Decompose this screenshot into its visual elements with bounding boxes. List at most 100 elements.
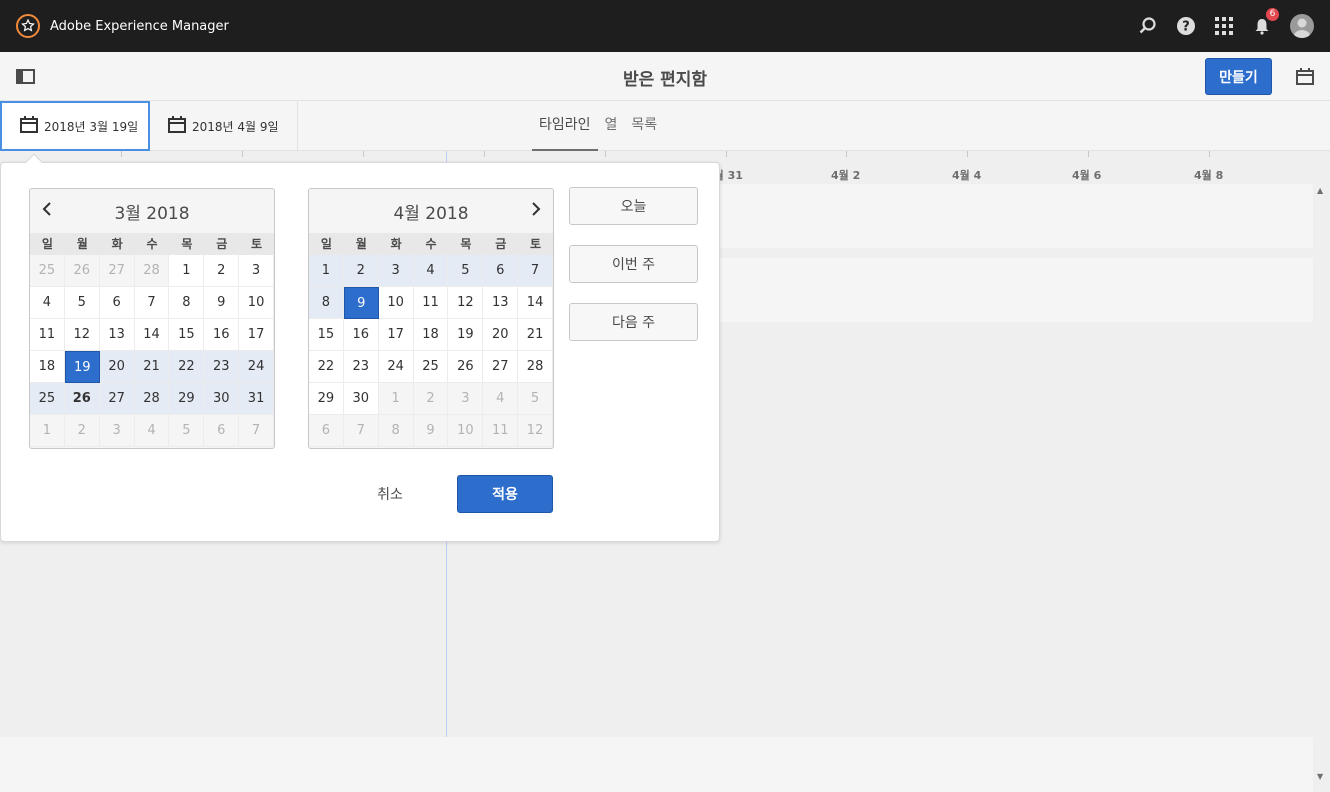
calendar-day[interactable]: 28 (518, 351, 553, 383)
calendar-day[interactable]: 2 (204, 255, 240, 287)
calendar-day[interactable]: 25 (30, 383, 65, 415)
calendar-day[interactable]: 21 (518, 319, 553, 351)
next-week-button[interactable]: 다음 주 (569, 303, 698, 341)
calendar-day[interactable]: 12 (448, 287, 484, 319)
calendar-day[interactable]: 10 (239, 287, 274, 319)
calendar-day[interactable]: 17 (378, 319, 414, 351)
calendar-day[interactable]: 7 (518, 255, 553, 287)
calendar-day[interactable]: 24 (378, 351, 414, 383)
chevron-left-icon[interactable] (42, 201, 52, 220)
calendar-day[interactable]: 26 (448, 351, 484, 383)
apps-grid-icon[interactable] (1214, 16, 1234, 36)
calendar-day[interactable]: 26 (64, 383, 100, 415)
calendar-day[interactable]: 1 (30, 415, 65, 447)
calendar-day[interactable]: 13 (483, 287, 519, 319)
calendar-day[interactable]: 9 (343, 287, 379, 319)
calendar-day[interactable]: 30 (343, 383, 379, 415)
search-icon[interactable] (1138, 16, 1158, 36)
calendar-day[interactable]: 4 (30, 287, 65, 319)
calendar-day[interactable]: 12 (518, 415, 553, 447)
calendar-day[interactable]: 3 (99, 415, 135, 447)
calendar-day[interactable]: 4 (483, 383, 519, 415)
calendar-day[interactable]: 2 (64, 415, 100, 447)
calendar-day[interactable]: 6 (204, 415, 240, 447)
calendar-day[interactable]: 3 (378, 255, 414, 287)
calendar-day[interactable]: 18 (413, 319, 449, 351)
bell-icon[interactable]: 6 (1252, 8, 1279, 36)
calendar-day[interactable]: 7 (239, 415, 274, 447)
scroll-down-icon[interactable]: ▼ (1317, 772, 1323, 781)
calendar-day[interactable]: 7 (343, 415, 379, 447)
calendar-day[interactable]: 11 (413, 287, 449, 319)
calendar-day[interactable]: 19 (64, 351, 100, 383)
calendar-day[interactable]: 28 (134, 255, 170, 287)
calendar-day[interactable]: 8 (378, 415, 414, 447)
calendar-day[interactable]: 17 (239, 319, 274, 351)
calendar-day[interactable]: 3 (239, 255, 274, 287)
calendar-day[interactable]: 3 (448, 383, 484, 415)
calendar-day[interactable]: 2 (413, 383, 449, 415)
calendar-day[interactable]: 23 (204, 351, 240, 383)
calendar-day[interactable]: 6 (309, 415, 344, 447)
calendar-day[interactable]: 8 (309, 287, 344, 319)
today-button[interactable]: 오늘 (569, 187, 698, 225)
calendar-day[interactable]: 1 (169, 255, 205, 287)
calendar-day[interactable]: 27 (483, 351, 519, 383)
scroll-up-icon[interactable]: ▲ (1317, 186, 1323, 195)
calendar-day[interactable]: 24 (239, 351, 274, 383)
calendar-day[interactable]: 8 (169, 287, 205, 319)
create-button[interactable]: 만들기 (1205, 58, 1272, 95)
calendar-day[interactable]: 31 (239, 383, 274, 415)
calendar-day[interactable]: 15 (169, 319, 205, 351)
adobe-logo-icon[interactable] (16, 14, 40, 38)
cancel-button[interactable]: 취소 (355, 475, 425, 513)
calendar-day[interactable]: 15 (309, 319, 344, 351)
calendar-day[interactable]: 26 (64, 255, 100, 287)
calendar-day[interactable]: 4 (413, 255, 449, 287)
calendar-day[interactable]: 6 (483, 255, 519, 287)
calendar-day[interactable]: 21 (134, 351, 170, 383)
calendar-day[interactable]: 14 (518, 287, 553, 319)
calendar-day[interactable]: 12 (64, 319, 100, 351)
calendar-day[interactable]: 9 (204, 287, 240, 319)
calendar-day[interactable]: 25 (30, 255, 65, 287)
apply-button[interactable]: 적용 (457, 475, 553, 513)
calendar-day[interactable]: 10 (448, 415, 484, 447)
calendar-day[interactable]: 25 (413, 351, 449, 383)
brand-name[interactable]: Adobe Experience Manager (50, 19, 229, 34)
help-icon[interactable]: ? (1176, 16, 1196, 36)
calendar-day[interactable]: 22 (169, 351, 205, 383)
this-week-button[interactable]: 이번 주 (569, 245, 698, 283)
calendar-day[interactable]: 6 (99, 287, 135, 319)
calendar-day[interactable]: 5 (169, 415, 205, 447)
calendar-day[interactable]: 16 (343, 319, 379, 351)
calendar-day[interactable]: 30 (204, 383, 240, 415)
calendar-day[interactable]: 11 (30, 319, 65, 351)
chevron-right-icon[interactable] (531, 201, 541, 220)
calendar-day[interactable]: 20 (99, 351, 135, 383)
calendar-day[interactable]: 11 (483, 415, 519, 447)
calendar-day[interactable]: 1 (309, 255, 344, 287)
calendar-day[interactable]: 5 (64, 287, 100, 319)
calendar-day[interactable]: 13 (99, 319, 135, 351)
avatar[interactable] (1290, 14, 1314, 38)
calendar-icon[interactable] (1296, 68, 1314, 89)
calendar-day[interactable]: 7 (134, 287, 170, 319)
calendar-day[interactable]: 1 (378, 383, 414, 415)
calendar-day[interactable]: 2 (343, 255, 379, 287)
calendar-day[interactable]: 28 (134, 383, 170, 415)
tab-column[interactable]: 열 (598, 101, 625, 151)
end-date-button[interactable]: 2018년 4월 9일 (150, 101, 298, 151)
calendar-day[interactable]: 5 (448, 255, 484, 287)
calendar-day[interactable]: 18 (30, 351, 65, 383)
calendar-day[interactable]: 5 (518, 383, 553, 415)
tab-list[interactable]: 목록 (624, 101, 664, 151)
calendar-day[interactable]: 27 (99, 255, 135, 287)
calendar-day[interactable]: 19 (448, 319, 484, 351)
calendar-day[interactable]: 9 (413, 415, 449, 447)
calendar-day[interactable]: 4 (134, 415, 170, 447)
calendar-day[interactable]: 29 (309, 383, 344, 415)
calendar-day[interactable]: 29 (169, 383, 205, 415)
calendar-day[interactable]: 16 (204, 319, 240, 351)
calendar-day[interactable]: 14 (134, 319, 170, 351)
